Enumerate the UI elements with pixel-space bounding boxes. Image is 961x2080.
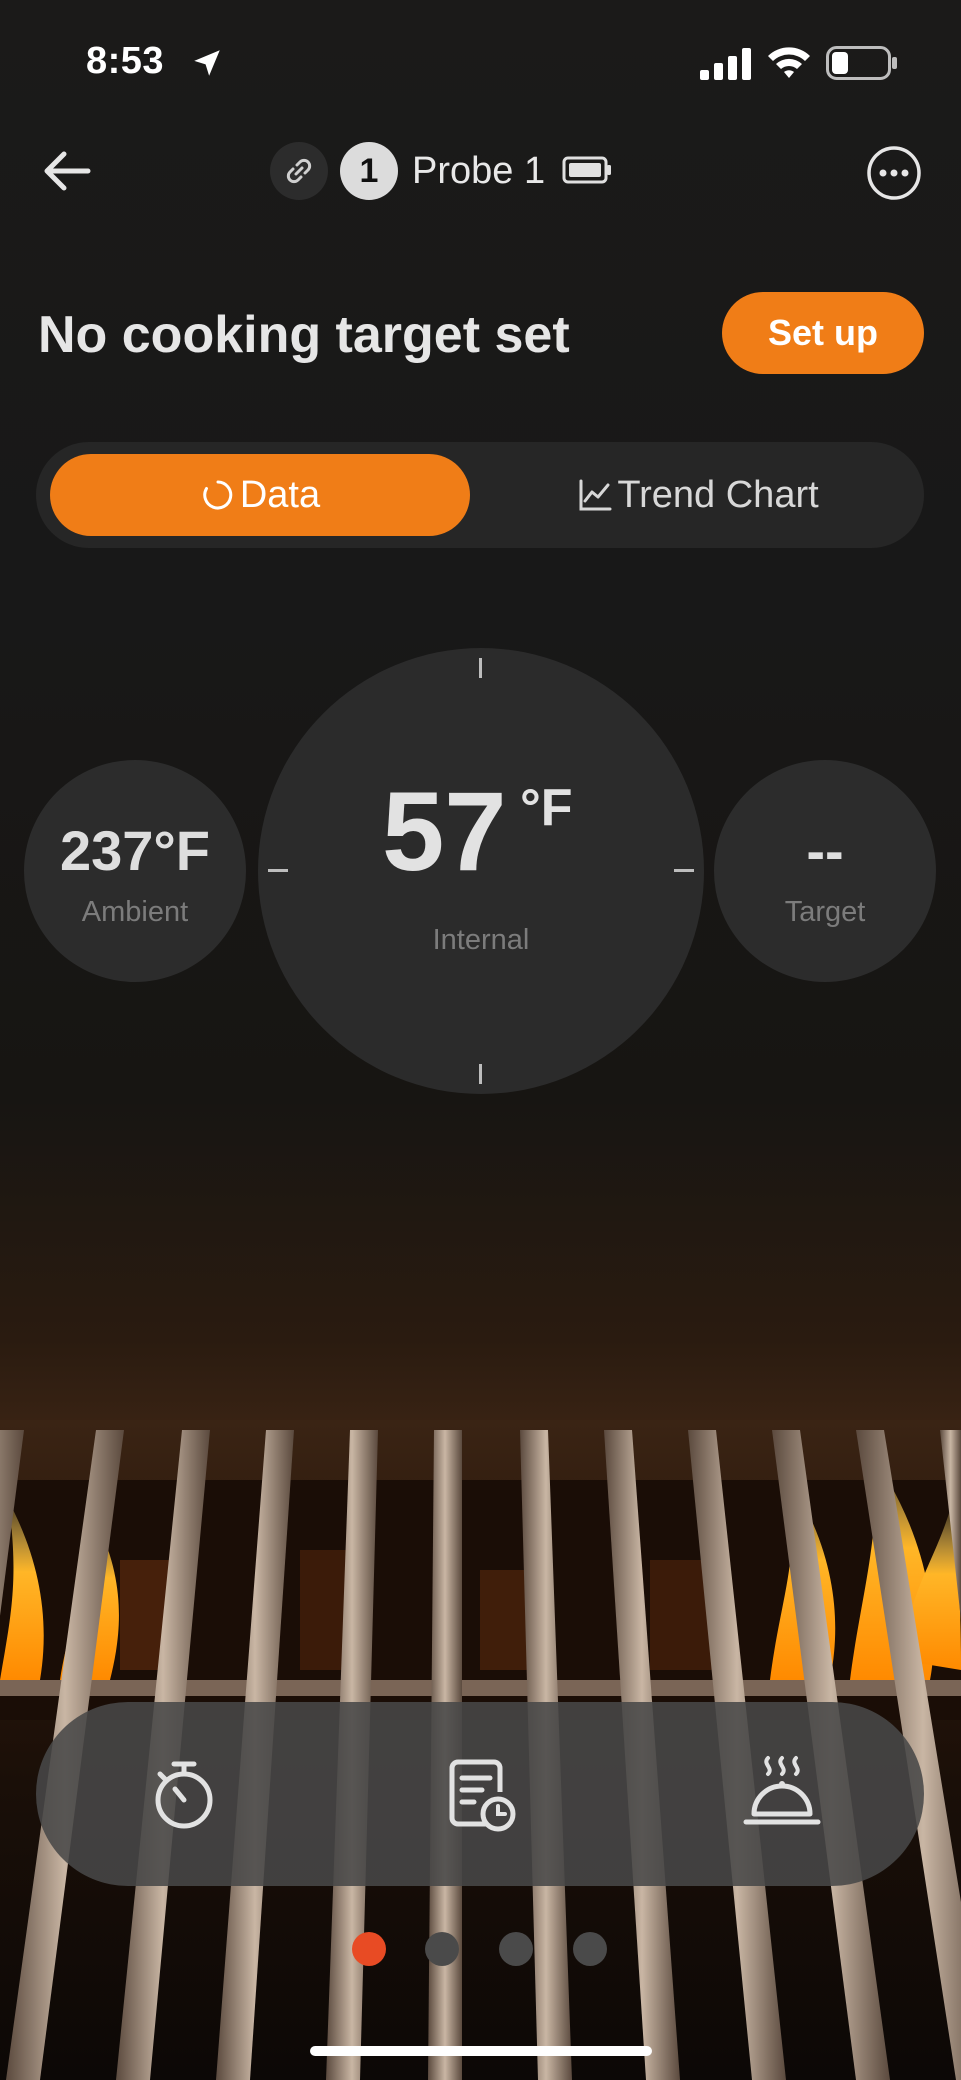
page-dot-4[interactable] xyxy=(573,1932,607,1966)
tab-data-label: Data xyxy=(239,473,321,516)
ambient-temperature-dial: 237°F Ambient xyxy=(24,760,246,982)
wifi-icon xyxy=(768,47,810,78)
page-dot-2[interactable] xyxy=(425,1932,459,1966)
location-arrow-icon xyxy=(194,50,220,76)
app-screen: 8:53 1 Probe 1 No cooking target set Set… xyxy=(0,0,961,2080)
internal-label: Internal xyxy=(432,924,530,956)
status-bar: 8:53 xyxy=(0,0,961,120)
data-ring-icon xyxy=(203,480,233,510)
dial-tick xyxy=(674,869,694,872)
dial-tick xyxy=(479,658,482,678)
probe-link-button[interactable] xyxy=(270,142,328,200)
status-time: 8:53 xyxy=(86,40,165,82)
back-arrow-icon[interactable] xyxy=(38,146,96,196)
probe-battery-icon xyxy=(562,156,611,184)
set-up-button[interactable]: Set up xyxy=(722,292,924,374)
tab-data[interactable]: Data xyxy=(50,454,470,536)
cellular-signal-icon xyxy=(700,48,751,80)
dial-tick xyxy=(268,869,288,872)
internal-temperature-value: 57 xyxy=(382,769,507,894)
ambient-label: Ambient xyxy=(81,896,189,928)
page-dot-3[interactable] xyxy=(499,1932,533,1966)
cooking-target-status: No cooking target set xyxy=(38,306,570,364)
dial-tick xyxy=(479,1064,482,1084)
page-dot-1[interactable] xyxy=(352,1932,386,1966)
cook-log-icon[interactable] xyxy=(438,1752,522,1836)
target-temperature-dial[interactable]: -- Target xyxy=(714,760,936,982)
target-temperature-value: -- xyxy=(806,819,844,882)
tab-trend-chart-label: Trend Chart xyxy=(617,473,819,516)
battery-icon xyxy=(826,46,897,80)
ambient-temperature-value: 237°F xyxy=(59,819,211,882)
internal-temperature-unit: °F xyxy=(520,779,573,837)
serving-cloche-icon[interactable] xyxy=(740,1752,824,1836)
probe-number-badge: 1 xyxy=(340,142,398,200)
tab-trend-chart[interactable]: Trend Chart xyxy=(486,454,910,536)
target-label: Target xyxy=(784,896,866,928)
bottom-action-bar xyxy=(36,1702,924,1886)
trend-chart-icon xyxy=(579,479,612,511)
home-indicator[interactable] xyxy=(310,2046,652,2056)
link-icon xyxy=(286,158,312,184)
more-options-icon[interactable] xyxy=(866,145,922,201)
stopwatch-icon[interactable] xyxy=(142,1752,226,1836)
probe-name: Probe 1 xyxy=(412,150,546,192)
internal-temperature-dial: 57 °F Internal xyxy=(258,648,704,1094)
view-segmented-control: Data Trend Chart xyxy=(36,442,924,548)
